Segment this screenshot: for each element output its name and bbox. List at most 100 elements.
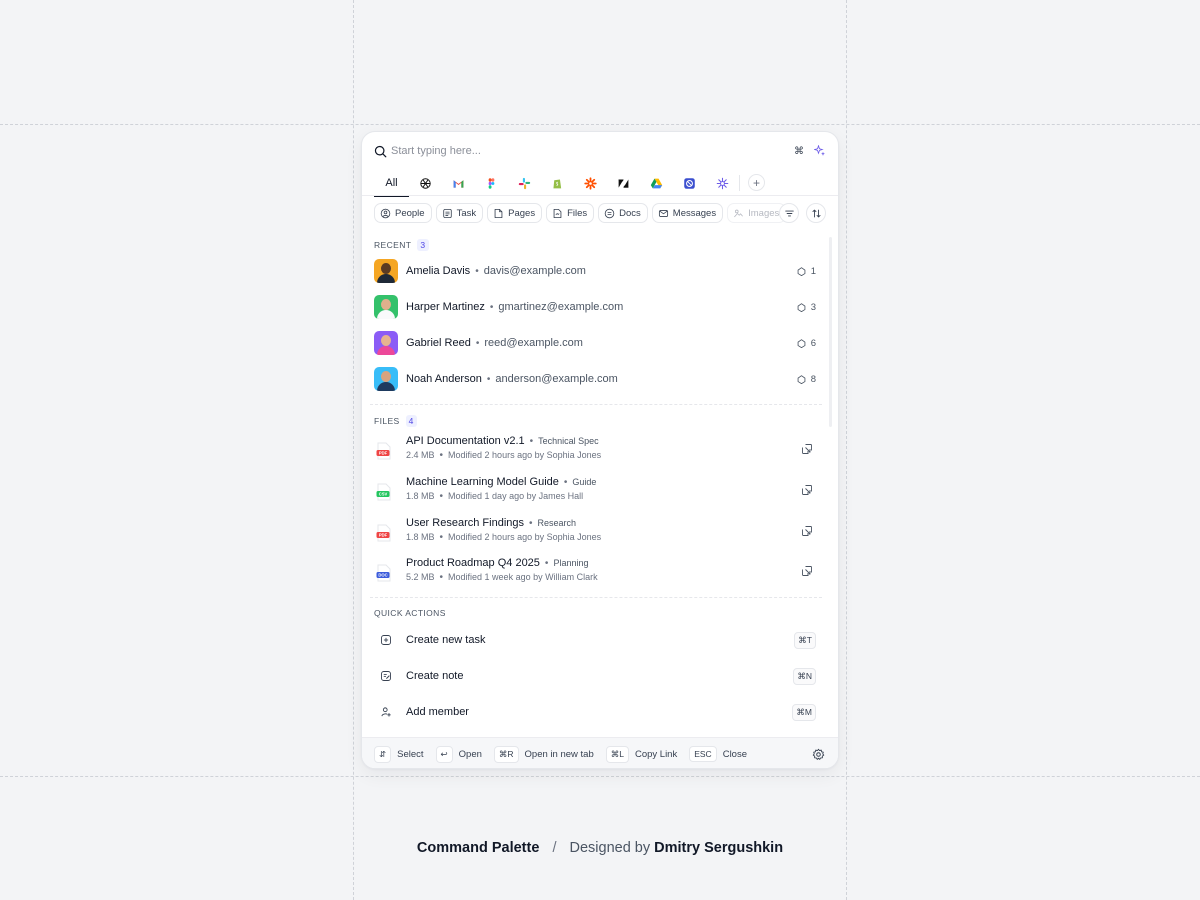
open-external-icon[interactable] (801, 565, 813, 577)
svg-text:DOC: DOC (378, 573, 387, 578)
file-meta: 1.8 MB • Modified 1 day ago by James Hall (406, 491, 583, 502)
filter-people[interactable]: People (374, 203, 432, 223)
guide-line-right (846, 0, 847, 900)
perplexity-icon (716, 177, 729, 189)
docs-icon (604, 208, 615, 218)
hint-label: Open (458, 748, 482, 760)
recent-label: RECENT (374, 240, 412, 250)
shortcut-key: ⌘M (792, 703, 816, 721)
add-source-button[interactable]: + (748, 174, 765, 191)
filter-images-label: Images (748, 207, 780, 219)
files-section-label: FILES 4 (374, 415, 417, 427)
filter-task-label: Task (456, 207, 477, 219)
tab-google-drive[interactable] (640, 170, 673, 196)
tab-slack[interactable] (508, 170, 541, 196)
comment-icon (797, 302, 806, 312)
svg-text:PDF: PDF (379, 451, 388, 456)
filter-messages[interactable]: Messages (651, 203, 724, 223)
filter-docs[interactable]: Docs (598, 203, 648, 223)
comment-count: 1 (796, 266, 816, 277)
file-row[interactable]: PDF API Documentation v2.1 • Technical Spe… (374, 435, 816, 465)
section-divider (370, 404, 822, 405)
quick-actions-label: QUICK ACTIONS (374, 608, 446, 618)
app-source-tabs: All + (362, 170, 838, 197)
filter-files[interactable]: Files (546, 203, 595, 223)
settings-gear-icon[interactable] (812, 748, 825, 761)
action-add-member[interactable]: Add member ⌘M (374, 700, 816, 724)
caption-title: Command Palette (416, 840, 540, 856)
separator-dot: • (475, 337, 480, 349)
file-tag: Technical Spec (538, 436, 599, 446)
tab-zapier[interactable] (574, 170, 607, 196)
zapier-icon (584, 176, 597, 190)
file-meta: 5.2 MB • Modified 1 week ago by William Cl… (406, 572, 598, 583)
tab-linear[interactable] (673, 170, 706, 196)
filter-options-button[interactable] (779, 203, 799, 223)
add-member-icon (374, 700, 398, 724)
file-name: API Documentation v2.1 (406, 435, 525, 447)
pages-icon (494, 208, 503, 218)
file-row[interactable]: DOC Product Roadmap Q4 2025 • Planning 5.2… (374, 557, 816, 587)
zendesk-icon (618, 178, 629, 188)
guide-line-left (353, 0, 354, 900)
figma-icon (488, 177, 495, 189)
separator-dot: • (439, 532, 444, 543)
action-create-note[interactable]: Create note ⌘N (374, 664, 816, 688)
scrollbar[interactable] (829, 237, 832, 427)
open-external-icon[interactable] (801, 525, 813, 537)
hint-open: ↩ Open (435, 745, 482, 763)
person-row[interactable]: Gabriel Reed • reed@example.com 6 (374, 331, 816, 355)
openai-icon (420, 177, 431, 189)
person-email: reed@example.com (484, 337, 583, 349)
caption-author: Dmitry Sergushkin (654, 840, 784, 856)
command-palette: ⌘ All (361, 131, 839, 769)
hint-label: Copy Link (634, 748, 678, 760)
tab-gmail[interactable] (442, 170, 475, 196)
tab-all[interactable]: All (374, 170, 409, 197)
file-modified: Modified 2 hours ago by Sophia Jones (448, 532, 602, 542)
separator-dot: • (529, 436, 534, 447)
separator-dot: • (486, 373, 491, 385)
shortcut-key: ⌘N (793, 667, 816, 685)
open-external-icon[interactable] (801, 443, 813, 455)
person-row[interactable]: Harper Martinez • gmartinez@example.com … (374, 295, 816, 319)
tab-zendesk[interactable] (607, 170, 640, 196)
hint-label: Open in new tab (524, 748, 594, 760)
filter-images[interactable]: Images (727, 203, 787, 223)
separator-dot: • (439, 450, 444, 461)
file-title: Machine Learning Model Guide • Guide (406, 476, 596, 488)
files-count-badge: 4 (405, 415, 417, 427)
filter-task[interactable]: Task (435, 203, 484, 223)
search-bar: ⌘ (362, 132, 838, 170)
ai-sparkle-icon[interactable] (814, 145, 826, 157)
person-row[interactable]: Noah Anderson • anderson@example.com 8 (374, 367, 816, 391)
person-icon (380, 208, 391, 218)
comment-count: 6 (796, 338, 816, 349)
sort-button[interactable] (806, 203, 826, 223)
tab-openai[interactable] (409, 170, 442, 196)
mail-icon (658, 209, 668, 217)
sort-icon (811, 209, 821, 217)
tabs-divider (739, 175, 740, 191)
file-size: 1.8 MB (406, 491, 435, 501)
open-external-icon[interactable] (801, 484, 813, 496)
file-row[interactable]: PDF User Research Findings • Research 1.8 … (374, 517, 816, 547)
tab-figma[interactable] (475, 170, 508, 196)
tab-perplexity[interactable] (706, 170, 739, 196)
separator-dot: • (489, 301, 494, 313)
quick-actions-section-label: QUICK ACTIONS (374, 608, 446, 618)
file-modified: Modified 2 hours ago by Sophia Jones (448, 450, 602, 460)
person-name: Gabriel Reed (406, 337, 471, 349)
hint-select: ⇵ Select (374, 745, 424, 763)
search-input[interactable] (391, 145, 794, 157)
file-meta: 1.8 MB • Modified 2 hours ago by Sophia Jo… (406, 532, 601, 543)
hint-label: Close (722, 748, 747, 760)
csv-file-icon: CSV (376, 483, 391, 501)
person-row[interactable]: Amelia Davis • davis@example.com 1 (374, 259, 816, 283)
caption-designed-by: Designed by (569, 840, 651, 856)
action-create-task[interactable]: Create new task ⌘T (374, 628, 816, 652)
avatar (374, 295, 398, 319)
filter-pages[interactable]: Pages (487, 203, 543, 223)
file-row[interactable]: CSV Machine Learning Model Guide • Guide 1… (374, 476, 816, 506)
tab-shopify[interactable] (541, 170, 574, 196)
